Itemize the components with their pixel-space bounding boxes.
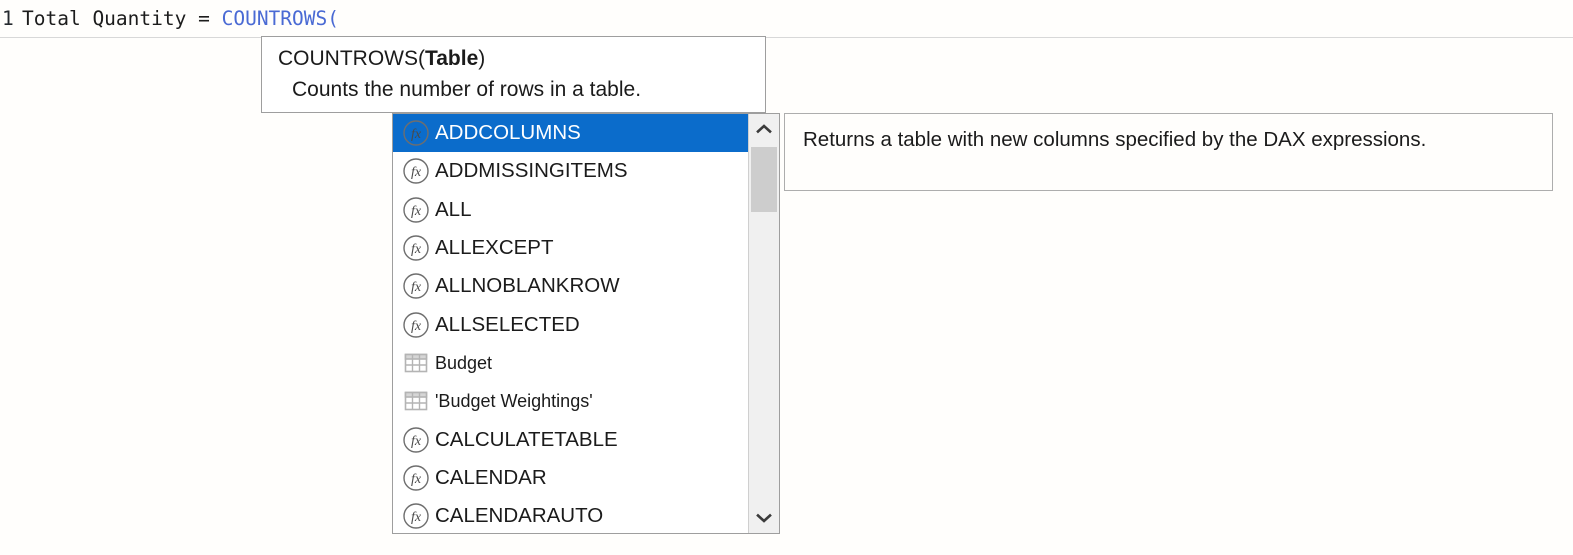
signature-closing-paren: ) <box>478 47 486 70</box>
list-item[interactable]: fx CALENDAR <box>393 459 748 497</box>
table-grid-icon <box>397 382 435 420</box>
svg-text:fx: fx <box>411 280 422 295</box>
chevron-up-icon[interactable] <box>749 114 779 144</box>
list-item-label: ALL <box>435 197 472 221</box>
listbox-scrollbar[interactable] <box>748 114 779 533</box>
list-item-label: ALLEXCEPT <box>435 236 554 260</box>
function-description-text: Returns a table with new columns specifi… <box>803 128 1427 151</box>
list-item[interactable]: fx ADDCOLUMNS <box>393 114 748 153</box>
svg-text:fx: fx <box>411 165 422 180</box>
function-fx-icon: fx <box>397 421 435 459</box>
list-item-label: 'Budget Weightings' <box>435 391 593 412</box>
signature-description: Counts the number of rows in a table. <box>292 78 642 101</box>
svg-text:fx: fx <box>411 510 422 525</box>
list-item-label: CALCULATETABLE <box>435 427 618 451</box>
function-fx-icon: fx <box>397 191 435 229</box>
formula-code-line[interactable]: 1 Total Quantity = COUNTROWS( <box>0 3 339 33</box>
signature-argument: Table <box>424 47 479 70</box>
svg-text:fx: fx <box>411 319 422 334</box>
measure-name-token: Total Quantity <box>22 6 199 30</box>
function-fx-icon: fx <box>397 497 435 533</box>
list-item-label: ADDMISSINGITEMS <box>435 159 628 183</box>
list-item-label: ADDCOLUMNS <box>435 121 581 145</box>
dax-formula-bar[interactable]: 1 Total Quantity = COUNTROWS( <box>0 0 1573 37</box>
list-item[interactable]: fx ADDMISSINGITEMS <box>393 152 748 190</box>
function-fx-icon: fx <box>397 267 435 305</box>
chevron-down-icon[interactable] <box>749 503 779 533</box>
list-item[interactable]: fx ALLSELECTED <box>393 305 748 343</box>
svg-text:fx: fx <box>411 127 422 142</box>
list-item[interactable]: fx CALENDARAUTO <box>393 497 748 533</box>
function-fx-icon: fx <box>397 114 435 152</box>
list-item-label: CALENDARAUTO <box>435 504 604 528</box>
table-grid-icon <box>397 344 435 382</box>
list-item-label: CALENDAR <box>435 465 547 489</box>
function-token: COUNTROWS( <box>221 6 339 30</box>
svg-text:fx: fx <box>411 434 422 449</box>
list-item[interactable]: Budget <box>393 344 748 382</box>
list-item-label: ALLSELECTED <box>435 312 580 336</box>
function-description-panel: Returns a table with new columns specifi… <box>784 113 1553 191</box>
list-item-label: Budget <box>435 352 493 373</box>
signature-line: COUNTROWS(Table) <box>278 43 765 74</box>
function-fx-icon: fx <box>397 152 435 190</box>
autocomplete-listbox[interactable]: fx ADDCOLUMNS fx ADDMISSINGITEMS fx ALL … <box>392 113 780 534</box>
line-number-gutter: 1 <box>2 6 14 30</box>
list-item[interactable]: 'Budget Weightings' <box>393 382 748 420</box>
list-item[interactable]: fx ALLEXCEPT <box>393 229 748 267</box>
signature-function-name: COUNTROWS( <box>278 47 425 70</box>
assignment-token: = <box>198 6 222 30</box>
autocomplete-items-container[interactable]: fx ADDCOLUMNS fx ADDMISSINGITEMS fx ALL … <box>393 114 748 533</box>
svg-text:fx: fx <box>411 204 422 219</box>
scrollbar-thumb[interactable] <box>751 147 777 212</box>
function-fx-icon: fx <box>397 459 435 497</box>
list-item-label: ALLNOBLANKROW <box>435 274 620 298</box>
function-fx-icon: fx <box>397 229 435 267</box>
list-item[interactable]: fx ALLNOBLANKROW <box>393 267 748 305</box>
formula-bar-divider <box>0 37 1573 38</box>
list-item[interactable]: fx ALL <box>393 191 748 229</box>
function-signature-tooltip: COUNTROWS(Table) Counts the number of ro… <box>261 36 766 113</box>
svg-text:fx: fx <box>411 472 422 487</box>
list-item[interactable]: fx CALCULATETABLE <box>393 420 748 458</box>
function-fx-icon: fx <box>397 306 435 344</box>
svg-text:fx: fx <box>411 242 422 257</box>
